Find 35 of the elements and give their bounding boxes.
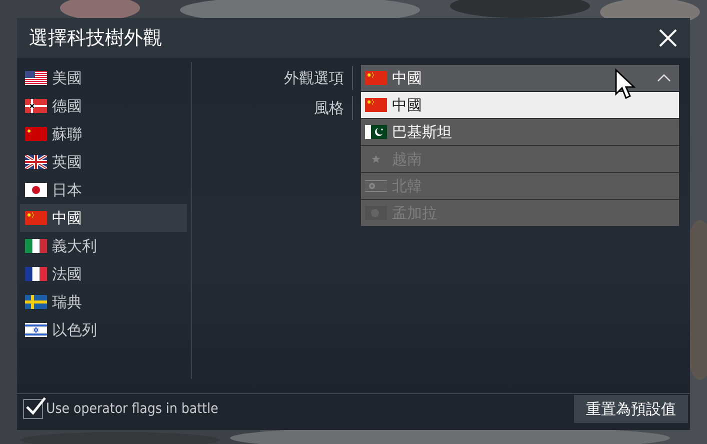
flag-icon [25, 267, 47, 281]
flag-icon [25, 295, 47, 309]
flag-icon [365, 125, 387, 139]
flag-icon [25, 99, 47, 113]
sidebar-item[interactable]: 中國 [20, 204, 187, 232]
sidebar-item[interactable]: 英國 [20, 148, 187, 176]
setting-label: 外觀選項 [192, 66, 353, 90]
sidebar-item[interactable]: 瑞典 [20, 288, 187, 316]
flag-icon [365, 71, 387, 85]
sidebar-item[interactable]: 美國 [20, 64, 187, 92]
cursor-icon [614, 68, 636, 100]
flag-icon [25, 323, 47, 337]
dropdown-option[interactable]: 中國 [361, 92, 679, 118]
flag-icon [365, 98, 387, 112]
dropdown-select[interactable]: 中國 [361, 65, 679, 91]
window-title: 選擇科技樹外觀 [29, 26, 162, 51]
setting-label: 風格 [192, 96, 353, 120]
dropdown-option[interactable]: 巴基斯坦 [361, 119, 679, 145]
flag-icon [25, 211, 47, 225]
sidebar-item[interactable]: 法國 [20, 260, 187, 288]
sidebar-item[interactable]: 義大利 [20, 232, 187, 260]
flag-icon [25, 183, 47, 197]
flag-icon [25, 155, 47, 169]
caret-icon [657, 74, 671, 82]
checkbox-label: Use operator flags in battle [46, 401, 218, 417]
flag-icon [25, 71, 47, 85]
flag-icon [25, 239, 47, 253]
sidebar-item[interactable]: 蘇聯 [20, 120, 187, 148]
flag-icon [365, 179, 387, 193]
flag-icon [25, 127, 47, 141]
sidebar-item[interactable]: 以色列 [20, 316, 187, 344]
reset-button[interactable]: 重置為預設值 [574, 395, 688, 423]
checkbox[interactable] [23, 399, 43, 419]
sidebar-item[interactable]: 日本 [20, 176, 187, 204]
sidebar-item[interactable]: 德國 [20, 92, 187, 120]
